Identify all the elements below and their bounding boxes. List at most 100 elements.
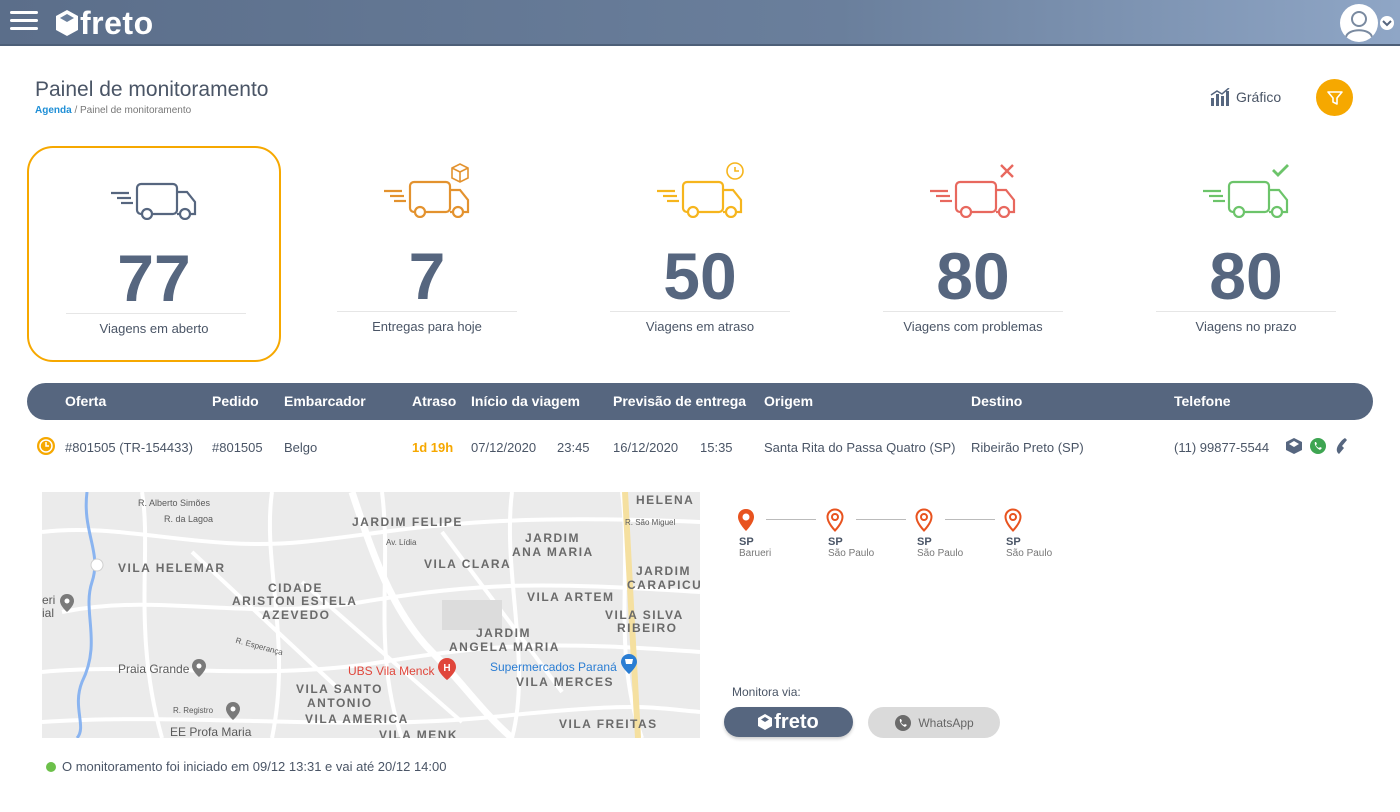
cell-embarcador: Belgo <box>284 440 318 455</box>
cell-atraso: 1d 19h <box>412 440 454 455</box>
school-pin-icon <box>226 702 240 720</box>
route-map[interactable]: HELENA JARDIM FELIPE JARDIM ANA MARIA JA… <box>42 492 700 738</box>
table-row[interactable]: #801505 (TR-154433) #801505 Belgo 1d 19h… <box>27 432 1373 462</box>
user-avatar[interactable] <box>1340 4 1378 42</box>
column-header-previsao[interactable]: Previsão de entrega <box>613 393 746 409</box>
map-pin-outline-icon <box>1004 508 1022 532</box>
kpi-label: Viagens no prazo <box>1195 319 1297 334</box>
breadcrumb-separator: / <box>71 105 81 116</box>
kpi-divider <box>1156 311 1336 312</box>
route-stop-city: São Paulo <box>917 548 964 559</box>
kpi-value: 7 <box>408 239 446 313</box>
map-label: VILA MENK <box>379 728 459 738</box>
map-label: VILA CLARA <box>424 557 512 571</box>
map-poi-hospital: UBS Vila Menck <box>348 664 435 678</box>
map-pin-outline-icon <box>826 508 844 532</box>
route-connector <box>766 519 816 520</box>
freto-app-icon[interactable] <box>1285 437 1303 455</box>
clock-icon <box>37 437 55 455</box>
kpi-viagens-no-prazo[interactable]: 80 Viagens no prazo <box>1119 146 1373 362</box>
route-stop[interactable]: SP São Paulo <box>825 508 905 559</box>
monitor-whatsapp-button[interactable]: WhatsApp <box>868 707 1000 738</box>
kpi-viagens-em-atraso[interactable]: 50 Viagens em atraso <box>573 146 827 362</box>
chevron-down-icon[interactable] <box>1380 16 1394 30</box>
truck-box-icon <box>384 163 470 218</box>
map-label: VILA SILVA <box>605 608 684 622</box>
map-label: VILA AMERICA <box>305 712 409 726</box>
breadcrumb-link-agenda[interactable]: Agenda <box>35 105 72 116</box>
map-place: Praia Grande <box>118 662 190 676</box>
map-label: VILA HELEMAR <box>118 561 226 575</box>
kpi-entregas-para-hoje[interactable]: 7 Entregas para hoje <box>300 146 554 362</box>
route-stop[interactable]: SP Barueri <box>736 508 816 559</box>
map-street: R. São Miguel <box>625 518 676 527</box>
map-place-edge: ial <box>42 606 55 620</box>
phone-icon[interactable] <box>1333 437 1349 455</box>
route-stop-uf: SP <box>828 536 843 548</box>
whatsapp-icon[interactable] <box>1309 437 1327 455</box>
filter-button[interactable] <box>1316 79 1353 116</box>
column-header-embarcador[interactable]: Embarcador <box>284 393 366 409</box>
kpi-value: 80 <box>1209 239 1283 313</box>
bar-chart-icon <box>1210 88 1230 106</box>
map-place: EE Profa Maria <box>170 725 252 738</box>
map-label: HELENA <box>636 493 695 507</box>
map-label: JARDIM <box>525 531 581 545</box>
map-pin-icon <box>738 509 754 531</box>
kpi-divider <box>883 311 1063 312</box>
column-header-atraso[interactable]: Atraso <box>412 393 456 409</box>
column-header-telefone[interactable]: Telefone <box>1174 393 1231 409</box>
kpi-divider <box>610 311 790 312</box>
route-stop[interactable]: SP São Paulo <box>914 508 994 559</box>
kpi-label: Viagens em aberto <box>99 321 209 336</box>
map-pin-icon <box>60 594 74 612</box>
route-stop-city: Barueri <box>739 548 772 559</box>
user-icon <box>1345 11 1373 38</box>
route-stop-city: São Paulo <box>1006 548 1053 559</box>
top-bar: freto <box>0 0 1400 46</box>
map-street: Av. Lídia <box>386 538 417 547</box>
freto-logo-icon <box>56 10 78 36</box>
map-place-edge: eri <box>42 593 56 607</box>
map-street: R. Registro <box>173 706 214 715</box>
map-label: ANGELA MARIA <box>449 640 560 654</box>
filter-icon <box>1326 90 1343 105</box>
status-text: O monitoramento foi iniciado em 09/12 13… <box>62 759 447 774</box>
column-header-destino[interactable]: Destino <box>971 393 1022 409</box>
route-stop-uf: SP <box>739 536 754 548</box>
cell-telefone: (11) 99877-5544 <box>1174 440 1270 455</box>
kpi-value: 50 <box>663 239 737 313</box>
column-header-origem[interactable]: Origem <box>764 393 813 409</box>
shopping-pin-icon <box>621 654 637 674</box>
svg-text:H: H <box>443 663 450 674</box>
cell-inicio-data: 07/12/2020 <box>471 440 537 455</box>
truck-check-icon <box>1203 164 1289 218</box>
map-label: RIBEIRO <box>617 621 678 635</box>
monitor-whatsapp-label: WhatsApp <box>918 715 974 730</box>
monitor-freto-button[interactable]: freto <box>724 707 853 737</box>
kpi-viagens-com-problemas[interactable]: 80 Viagens com problemas <box>846 146 1100 362</box>
kpi-label: Viagens com problemas <box>903 319 1043 334</box>
page-title: Painel de monitoramento <box>35 78 269 101</box>
route-stop[interactable]: SP São Paulo <box>1003 508 1083 559</box>
cell-pedido: #801505 <box>212 440 263 455</box>
map-label: CIDADE <box>268 581 324 595</box>
kpi-viagens-em-aberto[interactable]: 77 Viagens em aberto <box>27 146 281 362</box>
chart-button-label: Gráfico <box>1236 89 1282 105</box>
map-street: R. Alberto Simões <box>138 498 211 508</box>
truck-tools-icon <box>930 164 1016 218</box>
kpi-value: 80 <box>936 239 1010 313</box>
logo-text: freto <box>80 4 154 41</box>
chart-button[interactable]: Gráfico <box>1210 88 1281 106</box>
column-header-inicio[interactable]: Início da viagem <box>471 393 580 409</box>
map-label: JARDIM <box>636 564 692 578</box>
cell-previsao-hora: 15:35 <box>700 440 733 455</box>
route-connector <box>945 519 995 520</box>
truck-clock-icon <box>657 162 744 218</box>
freto-logo[interactable]: freto <box>56 4 154 41</box>
route-stop-uf: SP <box>1006 536 1021 548</box>
column-header-oferta[interactable]: Oferta <box>65 393 106 409</box>
column-header-pedido[interactable]: Pedido <box>212 393 259 409</box>
breadcrumb: Agenda / Painel de monitoramento <box>35 105 191 116</box>
hamburger-menu-icon[interactable] <box>10 11 38 33</box>
